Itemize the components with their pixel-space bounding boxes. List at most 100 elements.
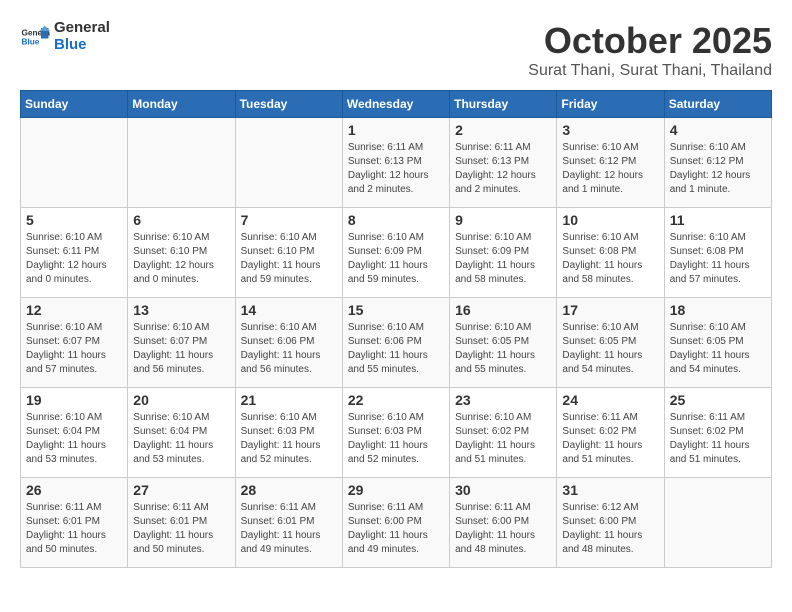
day-number: 1 <box>348 122 444 138</box>
weekday-header-thursday: Thursday <box>450 91 557 118</box>
day-info: Sunrise: 6:12 AM Sunset: 6:00 PM Dayligh… <box>562 501 658 557</box>
calendar-cell: 27 Sunrise: 6:11 AM Sunset: 6:01 PM Dayli… <box>128 478 235 568</box>
calendar-cell: 29 Sunrise: 6:11 AM Sunset: 6:00 PM Dayli… <box>342 478 449 568</box>
day-number: 17 <box>562 302 658 318</box>
day-number: 19 <box>26 392 122 408</box>
day-number: 8 <box>348 212 444 228</box>
weekday-header-monday: Monday <box>128 91 235 118</box>
day-info: Sunrise: 6:10 AM Sunset: 6:08 PM Dayligh… <box>562 231 658 287</box>
day-info: Sunrise: 6:10 AM Sunset: 6:04 PM Dayligh… <box>133 411 229 467</box>
calendar-cell: 13Sunrise: 6:10 AM Sunset: 6:07 PM Dayli… <box>128 298 235 388</box>
day-info: Sunrise: 6:10 AM Sunset: 6:07 PM Dayligh… <box>26 321 122 377</box>
day-info: Sunrise: 6:10 AM Sunset: 6:05 PM Dayligh… <box>562 321 658 377</box>
day-info: Sunrise: 6:10 AM Sunset: 6:02 PM Dayligh… <box>455 411 551 467</box>
logo-icon: General Blue <box>20 22 50 52</box>
day-number: 27 <box>133 482 229 498</box>
month-title: October 2025 <box>528 20 772 62</box>
day-number: 6 <box>133 212 229 228</box>
title-section: October 2025 Surat Thani, Surat Thani, T… <box>528 20 772 80</box>
day-info: Sunrise: 6:10 AM Sunset: 6:10 PM Dayligh… <box>133 231 229 287</box>
calendar-cell: 20Sunrise: 6:10 AM Sunset: 6:04 PM Dayli… <box>128 388 235 478</box>
weekday-header-saturday: Saturday <box>664 91 771 118</box>
day-number: 5 <box>26 212 122 228</box>
week-row-4: 19 Sunrise: 6:10 AM Sunset: 6:04 PM Dayli… <box>21 388 772 478</box>
day-info: Sunrise: 6:10 AM Sunset: 6:05 PM Dayligh… <box>455 321 551 377</box>
weekday-header-wednesday: Wednesday <box>342 91 449 118</box>
calendar-cell: 16Sunrise: 6:10 AM Sunset: 6:05 PM Dayli… <box>450 298 557 388</box>
logo-blue: Blue <box>54 36 87 53</box>
day-number: 9 <box>455 212 551 228</box>
week-row-3: 12 Sunrise: 6:10 AM Sunset: 6:07 PM Dayli… <box>21 298 772 388</box>
location-title: Surat Thani, Surat Thani, Thailand <box>528 62 772 80</box>
day-info: Sunrise: 6:10 AM Sunset: 6:11 PM Dayligh… <box>26 231 122 287</box>
calendar-table: SundayMondayTuesdayWednesdayThursdayFrid… <box>20 90 772 568</box>
day-number: 10 <box>562 212 658 228</box>
day-info: Sunrise: 6:10 AM Sunset: 6:03 PM Dayligh… <box>241 411 337 467</box>
day-info: Sunrise: 6:11 AM Sunset: 6:01 PM Dayligh… <box>133 501 229 557</box>
day-number: 18 <box>670 302 766 318</box>
weekday-header-sunday: Sunday <box>21 91 128 118</box>
calendar-cell: 8 Sunrise: 6:10 AM Sunset: 6:09 PM Daylig… <box>342 208 449 298</box>
calendar-cell <box>128 118 235 208</box>
calendar-cell: 6 Sunrise: 6:10 AM Sunset: 6:10 PM Daylig… <box>128 208 235 298</box>
day-info: Sunrise: 6:10 AM Sunset: 6:06 PM Dayligh… <box>348 321 444 377</box>
day-number: 29 <box>348 482 444 498</box>
day-number: 3 <box>562 122 658 138</box>
calendar-cell: 21Sunrise: 6:10 AM Sunset: 6:03 PM Dayli… <box>235 388 342 478</box>
page-header: General Blue General Blue October 2025 S… <box>20 20 772 80</box>
day-number: 12 <box>26 302 122 318</box>
calendar-cell: 10 Sunrise: 6:10 AM Sunset: 6:08 PM Dayli… <box>557 208 664 298</box>
calendar-cell: 9 Sunrise: 6:10 AM Sunset: 6:09 PM Daylig… <box>450 208 557 298</box>
calendar-cell <box>664 478 771 568</box>
calendar-cell: 22 Sunrise: 6:10 AM Sunset: 6:03 PM Dayli… <box>342 388 449 478</box>
calendar-cell: 12 Sunrise: 6:10 AM Sunset: 6:07 PM Dayli… <box>21 298 128 388</box>
day-info: Sunrise: 6:10 AM Sunset: 6:09 PM Dayligh… <box>455 231 551 287</box>
week-row-2: 5 Sunrise: 6:10 AM Sunset: 6:11 PM Daylig… <box>21 208 772 298</box>
logo: General Blue General Blue <box>20 20 110 53</box>
calendar-cell: 19 Sunrise: 6:10 AM Sunset: 6:04 PM Dayli… <box>21 388 128 478</box>
day-info: Sunrise: 6:10 AM Sunset: 6:08 PM Dayligh… <box>670 231 766 287</box>
day-number: 11 <box>670 212 766 228</box>
day-number: 28 <box>241 482 337 498</box>
day-number: 14 <box>241 302 337 318</box>
calendar-cell: 2Sunrise: 6:11 AM Sunset: 6:13 PM Daylig… <box>450 118 557 208</box>
day-number: 22 <box>348 392 444 408</box>
day-number: 25 <box>670 392 766 408</box>
day-info: Sunrise: 6:11 AM Sunset: 6:02 PM Dayligh… <box>670 411 766 467</box>
day-info: Sunrise: 6:11 AM Sunset: 6:01 PM Dayligh… <box>241 501 337 557</box>
day-info: Sunrise: 6:10 AM Sunset: 6:07 PM Dayligh… <box>133 321 229 377</box>
day-number: 26 <box>26 482 122 498</box>
calendar-cell: 17 Sunrise: 6:10 AM Sunset: 6:05 PM Dayli… <box>557 298 664 388</box>
day-info: Sunrise: 6:10 AM Sunset: 6:09 PM Dayligh… <box>348 231 444 287</box>
week-row-1: 1Sunrise: 6:11 AM Sunset: 6:13 PM Daylig… <box>21 118 772 208</box>
calendar-cell: 14 Sunrise: 6:10 AM Sunset: 6:06 PM Dayli… <box>235 298 342 388</box>
day-info: Sunrise: 6:11 AM Sunset: 6:01 PM Dayligh… <box>26 501 122 557</box>
logo-general: General <box>54 19 110 36</box>
day-number: 7 <box>241 212 337 228</box>
weekday-header-row: SundayMondayTuesdayWednesdayThursdayFrid… <box>21 91 772 118</box>
day-info: Sunrise: 6:10 AM Sunset: 6:12 PM Dayligh… <box>562 141 658 197</box>
day-info: Sunrise: 6:11 AM Sunset: 6:02 PM Dayligh… <box>562 411 658 467</box>
calendar-cell <box>235 118 342 208</box>
day-info: Sunrise: 6:10 AM Sunset: 6:12 PM Dayligh… <box>670 141 766 197</box>
day-number: 30 <box>455 482 551 498</box>
day-number: 15 <box>348 302 444 318</box>
weekday-header-tuesday: Tuesday <box>235 91 342 118</box>
weekday-header-friday: Friday <box>557 91 664 118</box>
calendar-cell: 3 Sunrise: 6:10 AM Sunset: 6:12 PM Daylig… <box>557 118 664 208</box>
day-number: 31 <box>562 482 658 498</box>
calendar-cell: 18Sunrise: 6:10 AM Sunset: 6:05 PM Dayli… <box>664 298 771 388</box>
calendar-cell: 7Sunrise: 6:10 AM Sunset: 6:10 PM Daylig… <box>235 208 342 298</box>
calendar-cell: 4 Sunrise: 6:10 AM Sunset: 6:12 PM Daylig… <box>664 118 771 208</box>
calendar-cell: 25 Sunrise: 6:11 AM Sunset: 6:02 PM Dayli… <box>664 388 771 478</box>
calendar-cell: 23Sunrise: 6:10 AM Sunset: 6:02 PM Dayli… <box>450 388 557 478</box>
week-row-5: 26 Sunrise: 6:11 AM Sunset: 6:01 PM Dayli… <box>21 478 772 568</box>
day-info: Sunrise: 6:11 AM Sunset: 6:00 PM Dayligh… <box>348 501 444 557</box>
day-info: Sunrise: 6:10 AM Sunset: 6:03 PM Dayligh… <box>348 411 444 467</box>
calendar-cell <box>21 118 128 208</box>
svg-text:Blue: Blue <box>22 37 40 46</box>
day-number: 4 <box>670 122 766 138</box>
day-info: Sunrise: 6:10 AM Sunset: 6:04 PM Dayligh… <box>26 411 122 467</box>
day-info: Sunrise: 6:10 AM Sunset: 6:06 PM Dayligh… <box>241 321 337 377</box>
calendar-cell: 11 Sunrise: 6:10 AM Sunset: 6:08 PM Dayli… <box>664 208 771 298</box>
